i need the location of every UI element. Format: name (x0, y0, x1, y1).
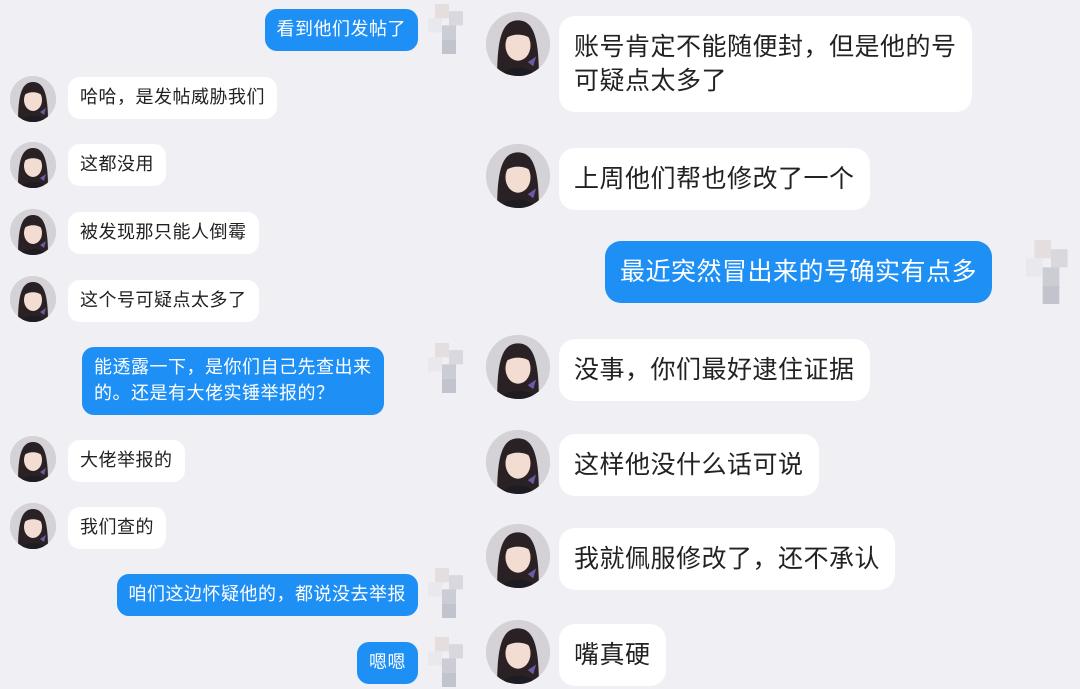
user-avatar-icon[interactable] (10, 142, 56, 188)
message-text: 这样他没什么话可说 (574, 450, 804, 479)
incoming-message-bubble[interactable]: 这都没用 (68, 144, 166, 186)
outgoing-message-bubble[interactable]: 能透露一下，是你们自己先查出来 的。还是有大佬实锤举报的？ (82, 347, 384, 415)
outgoing-message-bubble[interactable]: 看到他们发帖了 (264, 9, 418, 51)
message-text: 我们查的 (80, 517, 154, 538)
incoming-message-bubble[interactable]: 上周他们帮也修改了一个 (559, 148, 870, 210)
user-avatar-icon[interactable] (486, 335, 550, 399)
user-avatar-icon[interactable] (10, 503, 56, 549)
user-avatar-icon[interactable] (486, 620, 550, 684)
incoming-message-bubble[interactable]: 没事，你们最好逮住证据 (559, 339, 870, 401)
pixelated-avatar-icon[interactable] (428, 4, 470, 54)
incoming-message-bubble[interactable]: 这个号可疑点太多了 (68, 280, 259, 322)
user-avatar-icon[interactable] (486, 144, 550, 208)
message-text-line: 可疑点太多了 (574, 66, 728, 95)
message-text: 嗯嗯 (369, 652, 406, 673)
user-avatar-icon[interactable] (486, 430, 550, 494)
message-text: 大佬举报的 (80, 450, 173, 471)
incoming-message-bubble[interactable]: 这样他没什么话可说 (559, 434, 819, 496)
message-text: 没事，你们最好逮住证据 (574, 355, 855, 384)
user-avatar-icon[interactable] (10, 436, 56, 482)
incoming-message-bubble[interactable]: 我就佩服修改了，还不承认 (559, 528, 896, 590)
right-chat-panel: 账号肯定不能随便封，但是他的号 可疑点太多了 上周他们帮也修改了一个 最近突然冒… (474, 0, 1080, 689)
message-text: 这都没用 (80, 154, 154, 175)
incoming-message-bubble[interactable]: 我们查的 (68, 507, 166, 549)
message-text: 看到他们发帖了 (276, 19, 406, 40)
pixelated-avatar-icon[interactable] (1026, 240, 1076, 304)
incoming-message-bubble[interactable]: 账号肯定不能随便封，但是他的号 可疑点太多了 (559, 16, 972, 112)
message-text: 我就佩服修改了，还不承认 (574, 544, 881, 573)
message-text: 咱们这边怀疑他的，都说没去举报 (128, 584, 406, 605)
incoming-message-bubble[interactable]: 嘴真硬 (559, 624, 666, 686)
user-avatar-icon[interactable] (10, 276, 56, 322)
message-text-line: 的。还是有大佬实锤举报的？ (94, 383, 335, 404)
incoming-message-bubble[interactable]: 被发现那只能人倒霉 (68, 212, 259, 254)
message-text: 嘴真硬 (574, 640, 651, 669)
message-text: 这个号可疑点太多了 (80, 290, 247, 311)
incoming-message-bubble[interactable]: 哈哈，是发帖威胁我们 (68, 77, 277, 119)
outgoing-message-bubble[interactable]: 最近突然冒出来的号确实有点多 (605, 241, 993, 303)
pixelated-avatar-icon[interactable] (428, 343, 470, 393)
user-avatar-icon[interactable] (486, 12, 550, 76)
pixelated-avatar-icon[interactable] (428, 568, 470, 618)
incoming-message-bubble[interactable]: 大佬举报的 (68, 440, 185, 482)
message-text: 上周他们帮也修改了一个 (574, 164, 855, 193)
pixelated-avatar-icon[interactable] (428, 637, 470, 687)
message-text-line: 能透露一下，是你们自己先查出来 (94, 357, 372, 378)
user-avatar-icon[interactable] (10, 209, 56, 255)
message-text-line: 账号肯定不能随便封，但是他的号 (574, 32, 957, 61)
outgoing-message-bubble[interactable]: 咱们这边怀疑他的，都说没去举报 (116, 574, 418, 616)
outgoing-message-bubble[interactable]: 嗯嗯 (357, 642, 418, 684)
message-text: 被发现那只能人倒霉 (80, 222, 247, 243)
message-text: 哈哈，是发帖威胁我们 (80, 87, 265, 108)
user-avatar-icon[interactable] (486, 524, 550, 588)
message-text: 最近突然冒出来的号确实有点多 (620, 257, 978, 286)
left-chat-panel: 看到他们发帖了 哈哈，是发帖威胁我们 这都没用 被发现那只能人倒霉 这个号可疑点… (0, 0, 474, 689)
user-avatar-icon[interactable] (10, 76, 56, 122)
